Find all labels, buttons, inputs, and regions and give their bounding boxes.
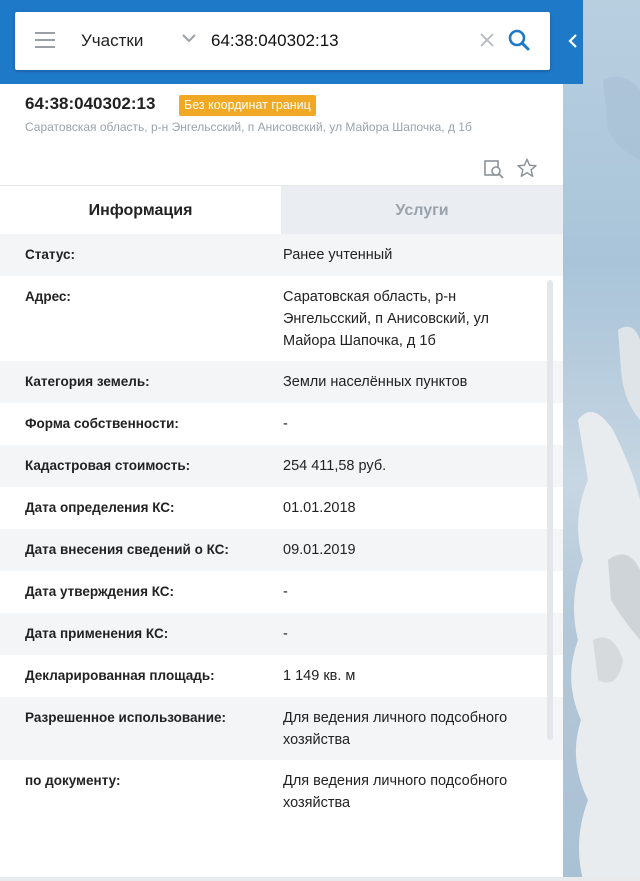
tab-services[interactable]: Услуги [281,186,563,235]
row-label: Адрес: [25,289,71,304]
info-row-entry-date: Дата внесения сведений о КС: 09.01.2019 [0,529,563,571]
row-label: Статус: [25,247,75,262]
info-row-cadastral-value: Кадастровая стоимость: 254 411,58 руб. [0,445,563,487]
search-icon[interactable] [507,28,531,52]
info-row-value-date: Дата определения КС: 01.01.2018 [0,487,563,529]
collapse-panel-button[interactable] [563,24,583,58]
row-value: 254 411,58 руб. [283,458,387,474]
row-value: Для ведения личного подсобного хозяйства [283,710,508,748]
row-value: Земли населённых пунктов [283,374,468,390]
row-label: Кадастровая стоимость: [25,458,191,473]
info-table: Статус: Ранее учтенный Адрес: Саратовска… [0,234,563,823]
panel-scrollbar[interactable] [547,280,553,740]
row-value: Для ведения личного подсобного хозяйства [283,773,508,811]
object-info-panel: 64:38:040302:13 Без координат границ Сар… [0,84,563,881]
info-row-permitted-use: Разрешенное использование: Для ведения л… [0,697,563,760]
row-value: - [283,626,288,642]
star-icon[interactable] [516,157,538,179]
row-label: Категория земель: [25,374,150,389]
map-view[interactable] [563,0,640,881]
search-box: Участки [15,12,550,70]
search-input[interactable] [211,27,466,55]
row-value: 09.01.2019 [283,542,356,558]
row-value: Саратовская область, р-н Энгельсский, п … [283,289,490,349]
object-address: Саратовская область, р-н Энгельсский, п … [25,120,472,134]
status-badge: Без координат границ [179,95,316,116]
object-cadastral-number: 64:38:040302:13 [25,94,156,113]
row-label: Дата применения КС: [25,626,169,641]
chevron-left-icon [568,34,577,48]
row-label: Форма собственности: [25,416,179,431]
row-value: - [283,416,288,432]
row-value: 01.01.2018 [283,500,356,516]
info-row-land-category: Категория земель: Земли населённых пункт… [0,361,563,403]
info-row-by-document: по документу: Для ведения личного подсоб… [0,760,563,823]
search-category-select[interactable]: Участки [81,31,143,51]
row-label: по документу: [25,773,121,788]
row-value: - [283,584,288,600]
info-row-declared-area: Декларированная площадь: 1 149 кв. м [0,655,563,697]
info-row-status: Статус: Ранее учтенный [0,234,563,276]
row-label: Дата утверждения КС: [25,584,175,599]
zoom-to-object-icon[interactable] [483,158,505,180]
menu-icon[interactable] [35,32,55,50]
tab-information[interactable]: Информация [0,186,281,235]
row-value: 1 149 кв. м [283,668,356,684]
tab-bar: Информация Услуги [0,185,563,235]
object-header: 64:38:040302:13 Без координат границ Сар… [0,84,563,184]
bottom-divider [0,877,640,881]
row-label: Разрешенное использование: [25,710,226,725]
info-row-application-date: Дата применения КС: - [0,613,563,655]
row-value: Ранее учтенный [283,247,393,263]
info-row-approval-date: Дата утверждения КС: - [0,571,563,613]
info-row-address: Адрес: Саратовская область, р-н Энгельсс… [0,276,563,361]
info-row-ownership: Форма собственности: - [0,403,563,445]
row-label: Дата внесения сведений о КС: [25,542,229,557]
row-label: Дата определения КС: [25,500,175,515]
row-label: Декларированная площадь: [25,668,215,683]
map-land-shapes [571,76,640,880]
clear-icon[interactable] [478,31,496,49]
chevron-down-icon[interactable] [181,30,197,46]
